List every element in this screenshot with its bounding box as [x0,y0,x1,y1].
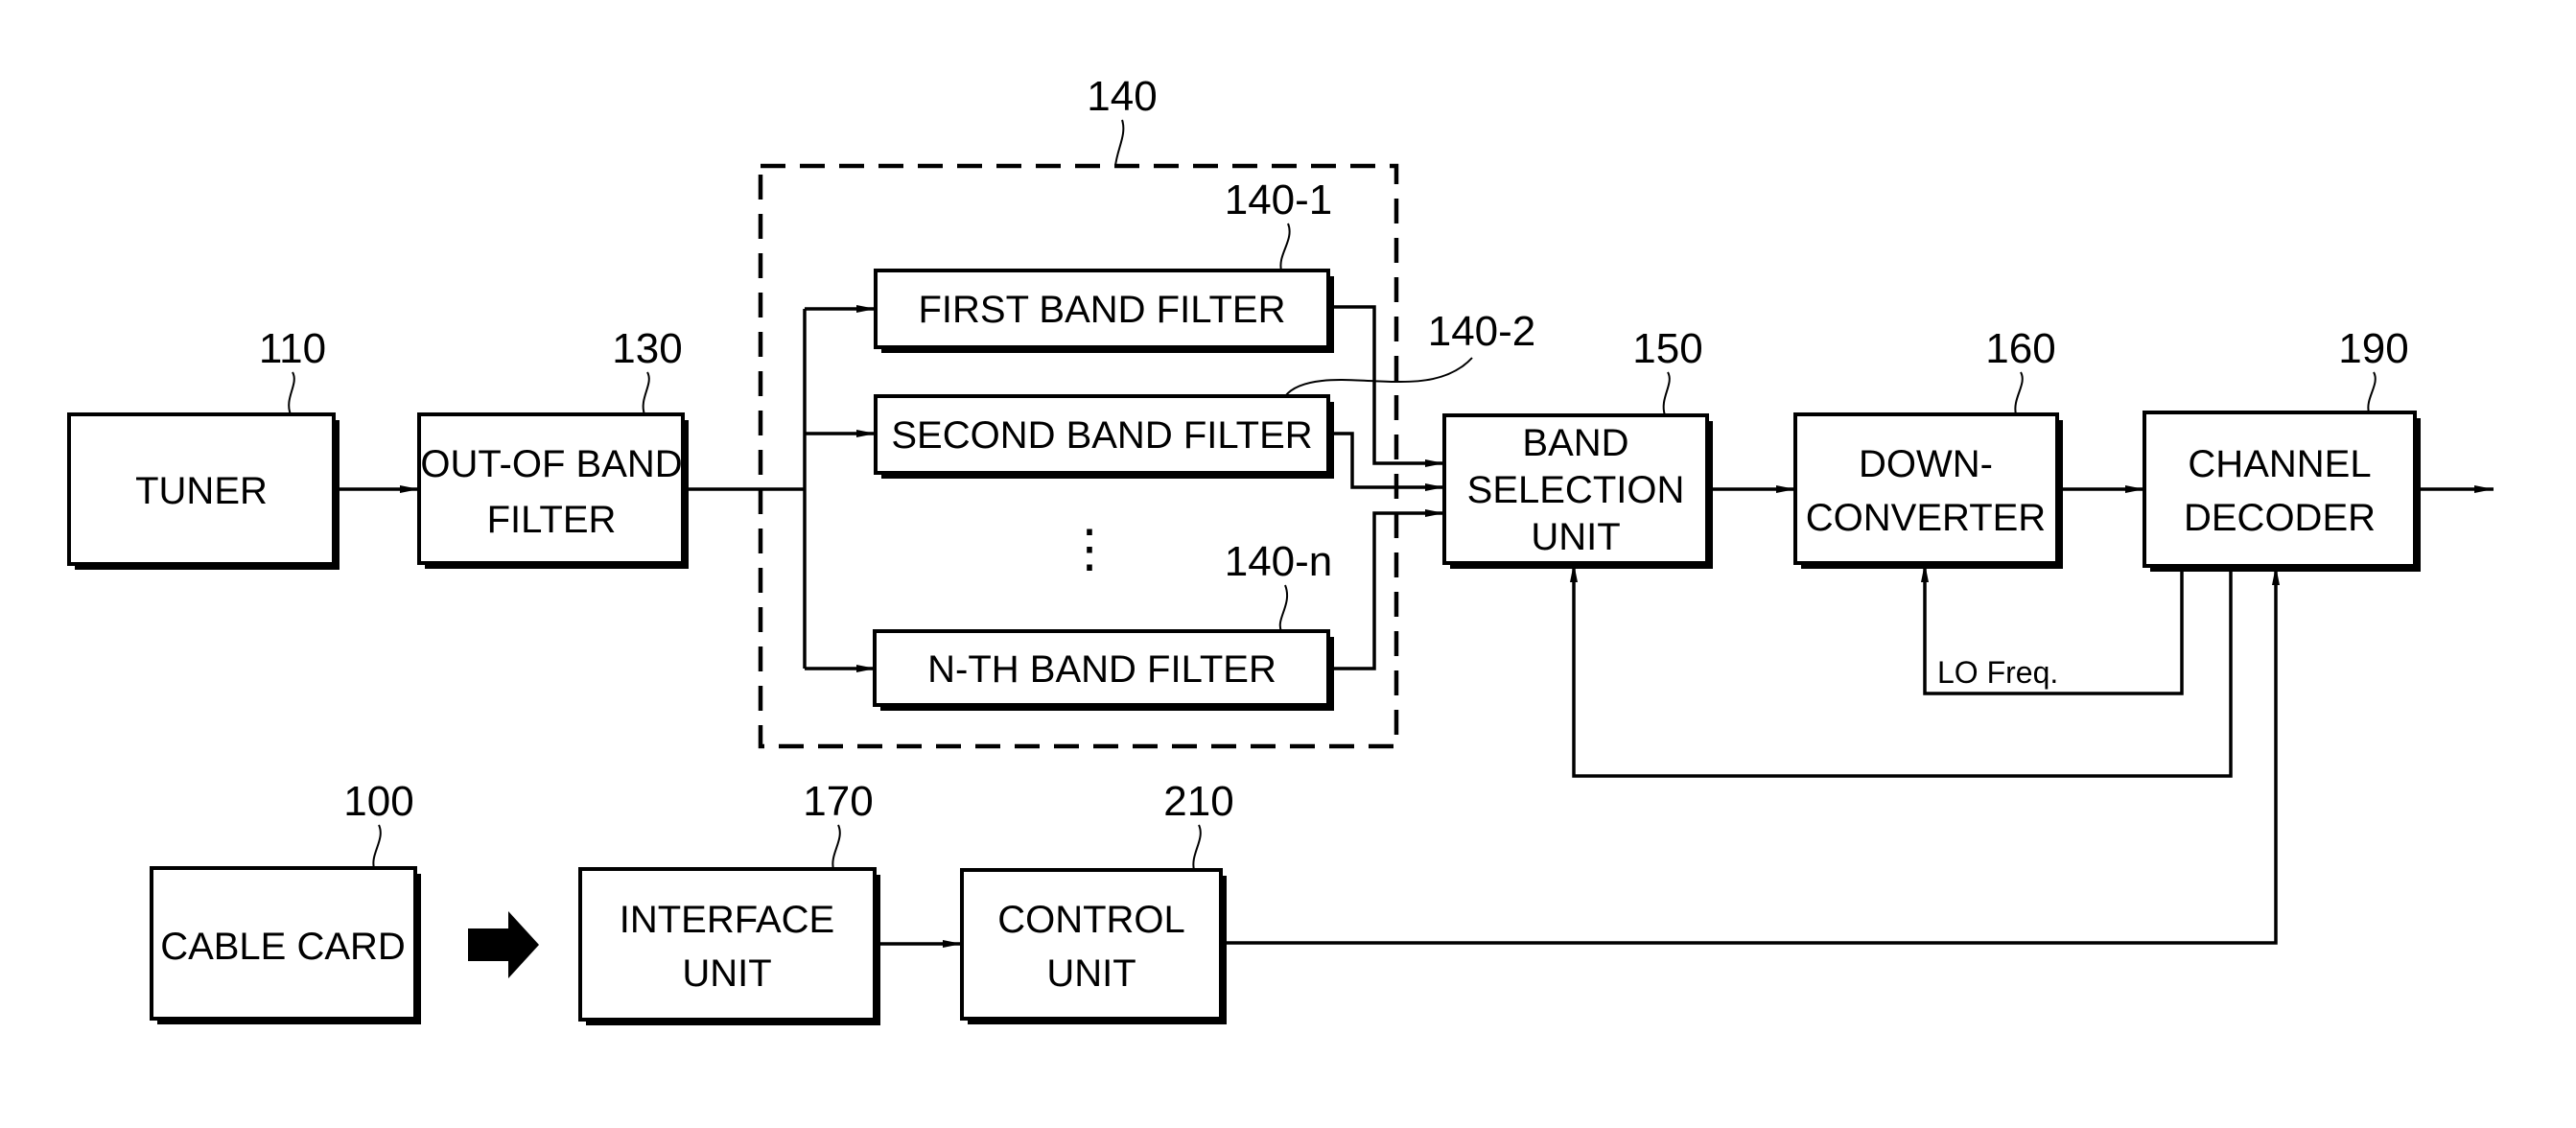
ref-150: 150 [1632,325,1702,372]
block-band-selection-unit[interactable]: BAND SELECTION UNIT [1442,413,1713,569]
decoder-label-line1: CHANNEL [2188,443,2371,485]
interface-label-line2: UNIT [682,952,771,995]
block-tuner[interactable]: TUNER [67,412,340,570]
oob-label-line1: OUT-OF BAND [420,443,682,485]
ref-210: 210 [1163,778,1233,825]
ref-160: 160 [1985,325,2055,372]
ref-130: 130 [612,325,682,372]
leader-130 [642,371,650,415]
bandsel-label-line2: SELECTION [1467,469,1685,511]
ref-110: 110 [259,325,326,372]
downconv-label-line1: DOWN- [1859,443,1993,485]
block-control-unit[interactable]: CONTROL UNIT [960,868,1227,1024]
leader-140-n [1278,584,1288,632]
leader-190 [2367,371,2377,413]
leader-170 [831,824,841,870]
block-down-converter[interactable]: DOWN- CONVERTER [1793,412,2063,569]
block-diagram: TUNER OUT-OF BAND FILTER FIRST BAND FILT… [67,73,2494,1025]
block-nth-band-filter[interactable]: N-TH BAND FILTER [873,629,1334,711]
second-filter-label: SECOND BAND FILTER [891,414,1312,457]
first-filter-label: FIRST BAND FILTER [918,289,1285,331]
wires [334,305,2494,948]
wire-band-select-feedback [1570,563,2233,778]
oob-label-line2: FILTER [487,499,617,541]
block-oob-filter[interactable]: OUT-OF BAND FILTER [417,412,689,569]
ref-140-1: 140-1 [1225,176,1333,223]
leader-110 [288,371,295,415]
leader-150 [1662,371,1671,416]
wire-second-to-bandsel [1328,432,1444,491]
nth-filter-label: N-TH BAND FILTER [927,648,1276,691]
block-channel-decoder[interactable]: CHANNEL DECODER [2143,411,2421,572]
cable-card-label: CABLE CARD [160,926,406,968]
block-interface-unit[interactable]: INTERFACE UNIT [578,867,880,1025]
block-first-band-filter[interactable]: FIRST BAND FILTER [874,269,1334,353]
leader-140 [1114,119,1125,167]
lo-freq-label: LO Freq. [1937,655,2058,690]
leader-140-2 [1284,357,1473,397]
ref-190: 190 [2338,325,2408,372]
leader-100 [372,824,382,869]
ref-140-2: 140-2 [1428,308,1536,355]
ref-170: 170 [803,778,873,825]
decoder-label-line2: DECODER [2184,497,2376,539]
bandsel-label-line3: UNIT [1531,516,1620,558]
control-label-line2: UNIT [1046,952,1136,995]
ellipsis: ⋮ [1064,520,1115,577]
leader-140-1 [1279,223,1291,271]
tuner-label: TUNER [135,470,268,512]
control-label-line1: CONTROL [997,899,1185,941]
bandsel-label-line1: BAND [1522,422,1628,464]
block-second-band-filter[interactable]: SECOND BAND FILTER [874,394,1334,479]
leader-210 [1192,824,1202,871]
downconv-label-line2: CONVERTER [1806,497,2046,539]
ref-100: 100 [343,778,413,825]
ref-140: 140 [1087,73,1157,120]
interface-label-line1: INTERFACE [620,899,834,941]
leader-160 [2014,371,2024,415]
block-arrow-icon [468,911,539,978]
wire-nth-to-bandsel [1328,509,1444,670]
block-cable-card[interactable]: CABLE CARD [150,866,421,1024]
wire-control-to-decoder [1221,566,2280,945]
ref-140-n: 140-n [1225,538,1333,585]
